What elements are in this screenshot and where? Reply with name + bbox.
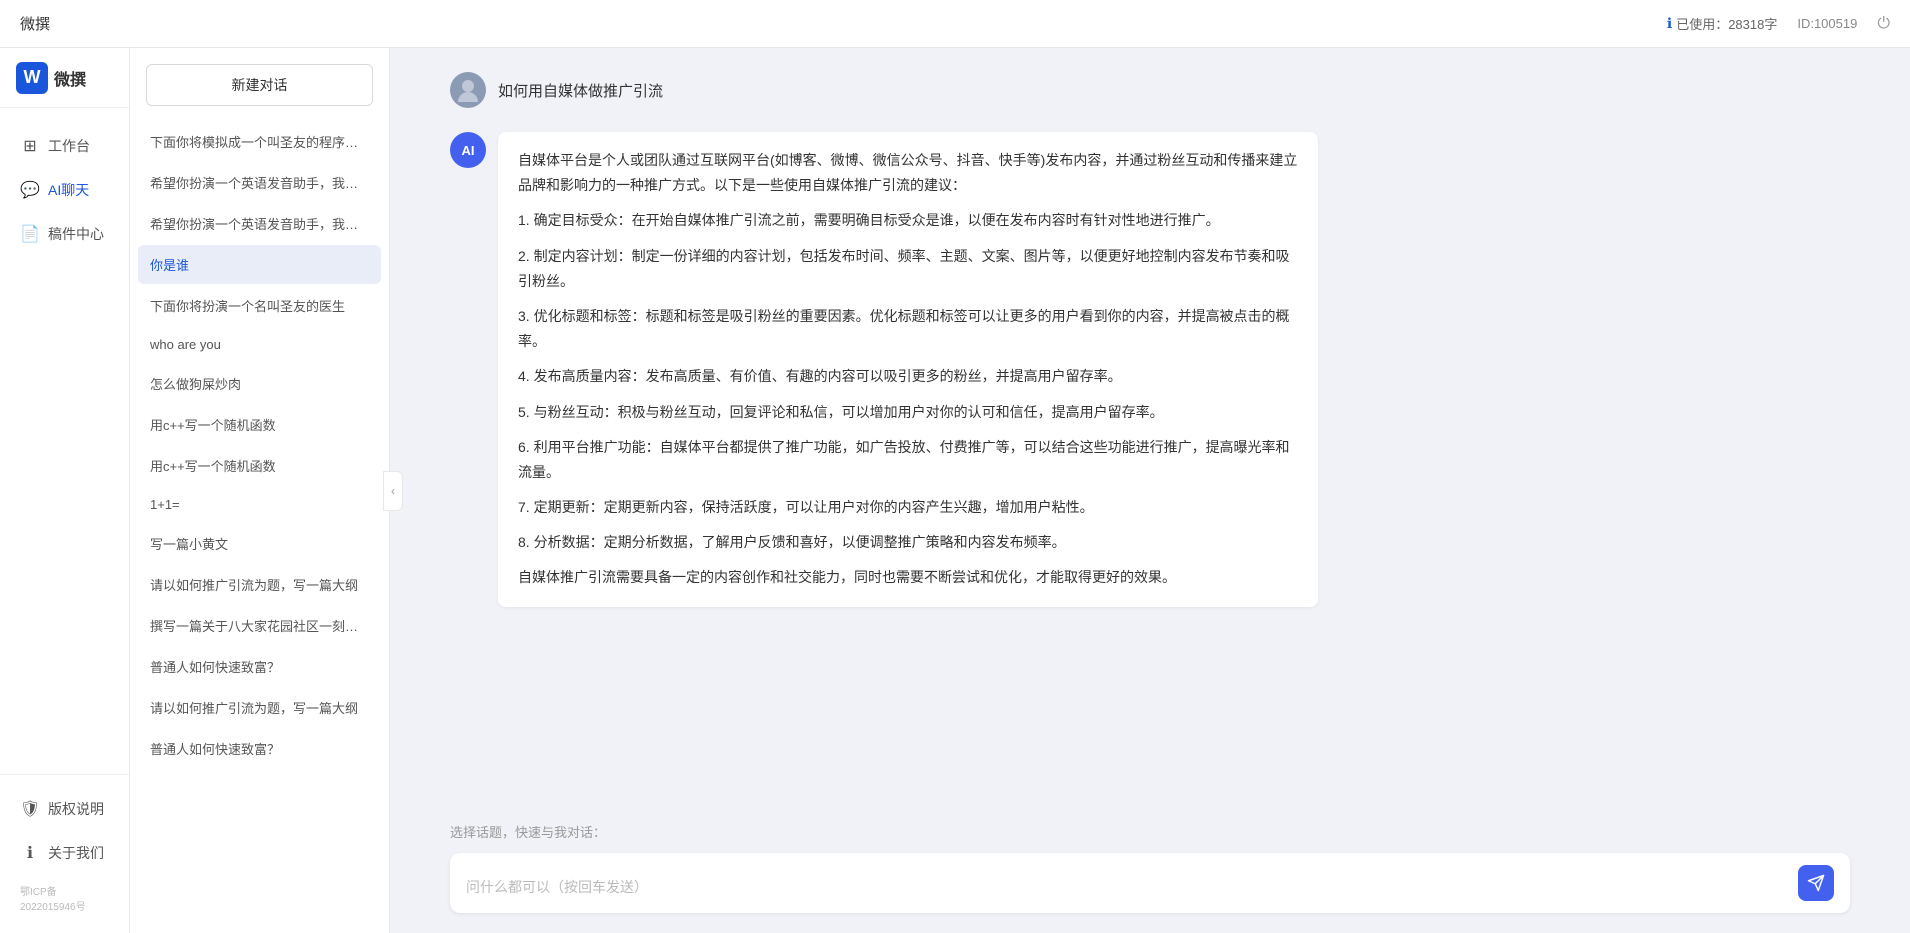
topbar-right: ℹ 已使用：28318字 ID:100519 ⏻: [1667, 14, 1890, 33]
user-message-block: 如何用自媒体做推广引流: [450, 72, 1850, 108]
sidebar-item-copyright[interactable]: 🛡 版权说明: [0, 787, 129, 831]
input-box-wrapper: [450, 853, 1850, 913]
conversation-item[interactable]: 普通人如何快速致富？: [138, 729, 381, 768]
ai-para-5: 5. 与粉丝互动：积极与粉丝互动，回复评论和私信，可以增加用户对你的认可和信任，…: [518, 400, 1298, 425]
ai-para-3: 3. 优化标题和标签：标题和标签是吸引粉丝的重要因素。优化标题和标签可以让更多的…: [518, 304, 1298, 354]
conversation-item[interactable]: 撰写一篇关于八大家花园社区一刻钟便民生...: [138, 606, 381, 645]
conversation-item[interactable]: 希望你扮演一个英语发音助手，我提供给你...: [138, 163, 381, 202]
info-circle-icon: ℹ: [20, 843, 40, 863]
shield-icon: 🛡: [20, 799, 40, 819]
sidebar-item-ai-chat[interactable]: 💬 AI聊天: [0, 168, 129, 212]
sidebar-item-label: 关于我们: [48, 843, 104, 863]
ai-para-6: 6. 利用平台推广功能：自媒体平台都提供了推广功能，如广告投放、付费推广等，可以…: [518, 435, 1298, 485]
ai-message-content: 自媒体平台是个人或团队通过互联网平台(如博客、微博、微信公众号、抖音、快手等)发…: [498, 132, 1318, 607]
quick-topics-label: 选择话题，快速与我对话：: [450, 825, 606, 840]
conversation-item[interactable]: 怎么做狗屎炒肉: [138, 364, 381, 403]
ai-para-7: 7. 定期更新：定期更新内容，保持活跃度，可以让用户对你的内容产生兴趣，增加用户…: [518, 495, 1298, 520]
quick-topics: 选择话题，快速与我对话：: [390, 814, 1910, 841]
conversation-item[interactable]: 下面你将扮演一个名叫圣友的医生: [138, 286, 381, 325]
topbar: 微撰 ℹ 已使用：28318字 ID:100519 ⏻: [0, 0, 1910, 48]
nav-bottom: 🛡 版权说明 ℹ 关于我们 鄂ICP备2022015946号: [0, 774, 129, 933]
conversation-item[interactable]: 用c++写一个随机函数: [138, 405, 381, 444]
conversation-item[interactable]: 1+1=: [138, 487, 381, 522]
user-avatar: [450, 72, 486, 108]
chat-messages: 如何用自媒体做推广引流 AI 自媒体平台是个人或团队通过互联网平台(如博客、微博…: [390, 48, 1910, 814]
ai-para-2: 2. 制定内容计划：制定一份详细的内容计划，包括发布时间、频率、主题、文案、图片…: [518, 244, 1298, 294]
conversation-item[interactable]: 你是谁: [138, 245, 381, 284]
ai-message-block: AI 自媒体平台是个人或团队通过互联网平台(如博客、微博、微信公众号、抖音、快手…: [450, 132, 1850, 607]
power-icon[interactable]: ⏻: [1877, 15, 1890, 33]
ai-para-0: 自媒体平台是个人或团队通过互联网平台(如博客、微博、微信公众号、抖音、快手等)发…: [518, 148, 1298, 198]
sidebar-item-about[interactable]: ℹ 关于我们: [0, 831, 129, 875]
sidebar-item-label: AI聊天: [48, 180, 89, 200]
sidebar-item-label: 工作台: [48, 136, 90, 156]
conv-panel: 新建对话 下面你将模拟成一个叫圣友的程序员，我说...希望你扮演一个英语发音助手…: [130, 48, 390, 933]
send-button[interactable]: [1798, 865, 1834, 901]
file-icon: 📄: [20, 224, 40, 244]
ai-para-1: 1. 确定目标受众：在开始自媒体推广引流之前，需要明确目标受众是谁，以便在发布内…: [518, 208, 1298, 233]
ai-para-4: 4. 发布高质量内容：发布高质量、有价值、有趣的内容可以吸引更多的粉丝，并提高用…: [518, 364, 1298, 389]
chat-icon: 💬: [20, 180, 40, 200]
usage-info: ℹ 已使用：28318字: [1667, 14, 1777, 33]
icp-footer: 鄂ICP备2022015946号: [0, 875, 129, 921]
conversation-item[interactable]: 普通人如何快速致富？: [138, 647, 381, 686]
ai-para-9: 自媒体推广引流需要具备一定的内容创作和社交能力，同时也需要不断尝试和优化，才能取…: [518, 565, 1298, 590]
collapse-panel-button[interactable]: ‹: [383, 471, 403, 511]
ai-para-8: 8. 分析数据：定期分析数据，了解用户反馈和喜好，以便调整推广策略和内容发布频率…: [518, 530, 1298, 555]
info-icon: ℹ: [1667, 15, 1672, 32]
main-layout: W 微撰 ⊞ 工作台 💬 AI聊天 📄 稿件中心 🛡 版权说明 ℹ: [0, 48, 1910, 933]
conversation-item[interactable]: who are you: [138, 327, 381, 362]
logo-w-icon: W: [16, 62, 48, 94]
new-conversation-button[interactable]: 新建对话: [146, 64, 373, 106]
chat-area: 如何用自媒体做推广引流 AI 自媒体平台是个人或团队通过互联网平台(如博客、微博…: [390, 48, 1910, 933]
conversation-item[interactable]: 用c++写一个随机函数: [138, 446, 381, 485]
conversation-item[interactable]: 希望你扮演一个英语发音助手，我提供给你...: [138, 204, 381, 243]
conversation-item[interactable]: 写一篇小黄文: [138, 524, 381, 563]
user-message-text: 如何用自媒体做推广引流: [498, 72, 663, 101]
app-title: 微撰: [20, 13, 50, 34]
grid-icon: ⊞: [20, 136, 40, 156]
conv-list: 下面你将模拟成一个叫圣友的程序员，我说...希望你扮演一个英语发音助手，我提供给…: [130, 122, 389, 933]
left-nav: W 微撰 ⊞ 工作台 💬 AI聊天 📄 稿件中心 🛡 版权说明 ℹ: [0, 48, 130, 933]
chevron-left-icon: ‹: [391, 484, 395, 498]
conversation-item[interactable]: 下面你将模拟成一个叫圣友的程序员，我说...: [138, 122, 381, 161]
ai-avatar: AI: [450, 132, 486, 168]
send-icon: [1807, 874, 1825, 892]
logo-text: 微撰: [54, 66, 86, 90]
sidebar-item-label: 稿件中心: [48, 224, 104, 244]
sidebar-item-label: 版权说明: [48, 799, 104, 819]
chat-input[interactable]: [466, 877, 1788, 901]
sidebar-item-workbench[interactable]: ⊞ 工作台: [0, 124, 129, 168]
conversation-item[interactable]: 请以如何推广引流为题，写一篇大纲: [138, 688, 381, 727]
input-area: [390, 841, 1910, 933]
logo-area: W 微撰: [0, 48, 129, 108]
usage-text: 已使用：28318字: [1676, 14, 1777, 33]
user-id: ID:100519: [1797, 16, 1857, 31]
conversation-item[interactable]: 请以如何推广引流为题，写一篇大纲: [138, 565, 381, 604]
sidebar-item-drafts[interactable]: 📄 稿件中心: [0, 212, 129, 256]
nav-items: ⊞ 工作台 💬 AI聊天 📄 稿件中心: [0, 108, 129, 774]
